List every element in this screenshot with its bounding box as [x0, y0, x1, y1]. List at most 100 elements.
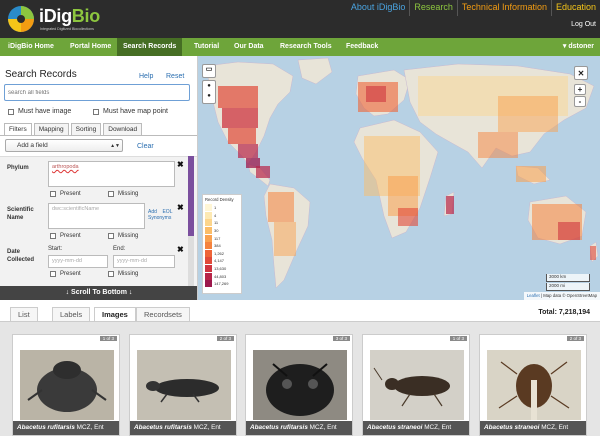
leaflet-link[interactable]: Leaflet [527, 293, 540, 298]
nav-feedback[interactable]: Feedback [346, 38, 378, 56]
scale-mi: 2000 mi [546, 283, 590, 291]
sci-name-label-2: Name [7, 215, 24, 221]
legend-row: 44,803 [205, 272, 239, 280]
specimen-image[interactable] [487, 350, 581, 420]
site-header: iDigBio Integrated Digitized Biocollecti… [0, 0, 600, 38]
must-have-map-point-checkbox[interactable]: Must have map point [93, 108, 168, 115]
record-map[interactable]: ▭ ● ● ✕ + - Record Density 1 4 11 30 117 … [198, 56, 600, 300]
legend-row: 1,262 [205, 249, 239, 258]
chevron-updown-icon: ▲▼ [110, 143, 120, 149]
date-end-label: End: [113, 246, 126, 252]
image-caption: Abacetus straneoi MCZ, Ent [363, 421, 469, 435]
specimen-image[interactable] [20, 350, 114, 420]
image-caption: Abacetus rufitarsis MCZ, Ent [130, 421, 236, 435]
legend-row: 1 [205, 204, 239, 212]
toplink-education[interactable]: Education [550, 0, 600, 16]
zoom-out-button[interactable]: - [574, 96, 586, 107]
remove-phylum-icon[interactable]: ✖ [177, 160, 184, 169]
date-start-input[interactable]: yyyy-mm-dd [48, 255, 108, 268]
filters-scrollbar[interactable] [188, 156, 194, 286]
remove-sci-name-icon[interactable]: ✖ [177, 203, 184, 212]
sci-name-label-1: Scientific [7, 207, 34, 213]
sci-name-input[interactable]: dwc:scientificName [48, 203, 145, 229]
tab-download[interactable]: Download [103, 123, 143, 135]
image-caption: Abacetus straneoi MCZ, Ent [480, 421, 586, 435]
search-all-input[interactable] [4, 84, 190, 101]
image-count-badge: 1 of 3 [449, 336, 467, 341]
date-label-2: Collected [7, 257, 35, 263]
legend-row: 11 [205, 219, 239, 227]
logo-tagline: Integrated Digitized Biocollections [40, 27, 94, 31]
phylum-label: Phylum [7, 165, 29, 171]
scale-km: 3000 km [546, 274, 590, 282]
clear-link[interactable]: Clear [137, 143, 154, 150]
tab-filters[interactable]: Filters [4, 123, 32, 135]
must-have-image-checkbox[interactable]: Must have image [8, 108, 71, 115]
date-present-checkbox[interactable]: Present [50, 271, 81, 277]
reset-link[interactable]: Reset [166, 73, 184, 80]
image-count-badge: 1 of 3 [99, 336, 117, 341]
date-label-1: Date [7, 249, 21, 255]
toplink-research[interactable]: Research [409, 0, 457, 16]
map-tools-icon[interactable]: ● ● [202, 80, 216, 104]
tab-sorting[interactable]: Sorting [70, 123, 102, 135]
search-tabs: Filters Mapping Sorting Download [4, 123, 144, 135]
close-map-icon[interactable]: ✕ [574, 66, 588, 80]
date-end-input[interactable]: yyyy-mm-dd [113, 255, 175, 268]
add-field-select[interactable]: Add a field ▲▼ [5, 139, 123, 152]
nav-portal-home[interactable]: Portal Home [70, 38, 111, 56]
tab-mapping[interactable]: Mapping [33, 123, 69, 135]
remove-date-icon[interactable]: ✖ [177, 245, 184, 254]
filters-list: Phylum arthropoda ✖ Present Missing Scie… [0, 156, 197, 286]
legend-row: 384 [205, 242, 239, 250]
logout-link[interactable]: Log Out [571, 21, 596, 28]
density-legend: Record Density 1 4 11 30 117 384 1,262 4… [202, 194, 242, 294]
logo-text: iDigBio [39, 6, 100, 26]
nav-research-tools[interactable]: Research Tools [280, 38, 332, 56]
legend-row: 13,630 [205, 265, 239, 273]
total-count: Total: 7,218,194 [538, 309, 590, 316]
legend-row: 4,147 [205, 257, 239, 265]
phylum-present-checkbox[interactable]: Present [50, 191, 81, 197]
phylum-input[interactable]: arthropoda [48, 161, 175, 187]
image-card[interactable]: 1 of 3 Abacetus rufitarsis MCZ, Ent [12, 334, 120, 436]
date-missing-checkbox[interactable]: Missing [108, 271, 138, 277]
search-title: Search Records [5, 69, 77, 80]
date-start-label: Start: [48, 246, 63, 252]
nav-idigbio-home[interactable]: iDigBio Home [8, 38, 54, 56]
idigbio-logo[interactable]: iDigBio Integrated Digitized Biocollecti… [6, 4, 126, 34]
tab-labels[interactable]: Labels [52, 307, 91, 321]
user-menu[interactable]: ▾ dstoner [563, 38, 594, 56]
specimen-image[interactable] [370, 350, 464, 420]
sci-name-present-checkbox[interactable]: Present [50, 233, 81, 239]
scrollbar-thumb[interactable] [188, 156, 194, 236]
image-card[interactable]: 1 of 3 Abacetus straneoi MCZ, Ent [362, 334, 470, 436]
help-link[interactable]: Help [139, 73, 153, 80]
tab-recordsets[interactable]: Recordsets [136, 307, 190, 321]
top-links: About iDigBio Research Technical Informa… [347, 0, 600, 16]
specimen-image[interactable] [253, 350, 347, 420]
tab-images[interactable]: Images [94, 307, 136, 321]
add-synonyms-link[interactable]: Add EOL Synonyms [148, 209, 172, 221]
image-caption: Abacetus rufitarsis MCZ, Ent [13, 421, 119, 435]
legend-row: 30 [205, 227, 239, 235]
image-count-badge: 3 of 3 [332, 336, 350, 341]
specimen-image[interactable] [137, 350, 231, 420]
zoom-in-button[interactable]: + [574, 84, 586, 95]
image-card[interactable]: 2 of 3 Abacetus straneoi MCZ, Ent [479, 334, 587, 436]
draw-rectangle-icon[interactable]: ▭ [202, 64, 216, 78]
legend-row: 117 [205, 234, 239, 242]
image-card[interactable]: 2 of 3 Abacetus rufitarsis MCZ, Ent [129, 334, 237, 436]
phylum-missing-checkbox[interactable]: Missing [108, 191, 138, 197]
toplink-technical[interactable]: Technical Information [456, 0, 551, 16]
image-count-badge: 2 of 3 [566, 336, 584, 341]
sci-name-missing-checkbox[interactable]: Missing [108, 233, 138, 239]
image-card[interactable]: 3 of 3 Abacetus rufitarsis MCZ, Ent [245, 334, 353, 436]
nav-our-data[interactable]: Our Data [234, 38, 264, 56]
tab-list[interactable]: List [10, 307, 38, 321]
toplink-about[interactable]: About iDigBio [347, 0, 410, 16]
nav-search-records[interactable]: Search Records [117, 38, 183, 56]
image-caption: Abacetus rufitarsis MCZ, Ent [246, 421, 352, 435]
nav-tutorial[interactable]: Tutorial [194, 38, 219, 56]
scroll-to-bottom-button[interactable]: ↓ Scroll To Bottom ↓ [0, 286, 197, 300]
